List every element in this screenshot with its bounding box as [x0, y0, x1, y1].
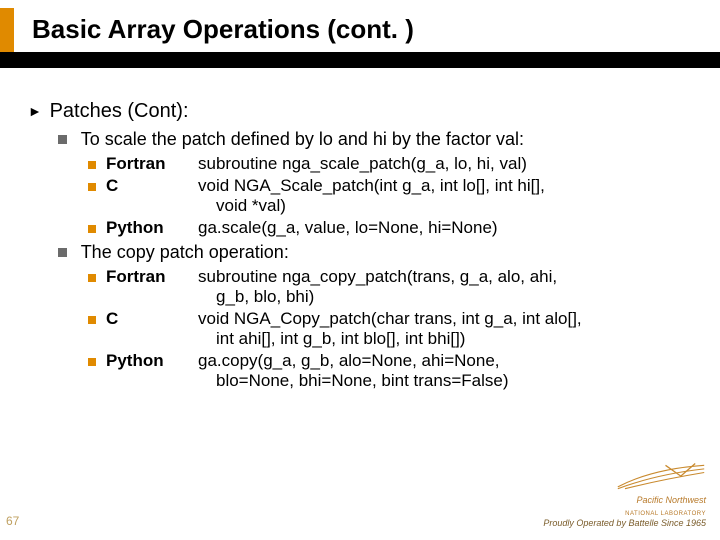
api-signature: ga.copy(g_a, g_b, alo=None, ahi=None, bl…	[198, 351, 700, 391]
footer-logo: Pacific Northwest NATIONAL LABORATORY Pr…	[543, 463, 706, 530]
api-row: Fortran subroutine nga_scale_patch(g_a, …	[88, 154, 700, 174]
api-lang: C	[106, 176, 198, 196]
triangle-bullet-icon	[28, 100, 44, 123]
slide: Basic Array Operations (cont. ) Patches …	[0, 0, 720, 540]
header-band: Basic Array Operations (cont. )	[0, 8, 720, 68]
api-lang: C	[106, 309, 198, 329]
bullet-item-text: The copy patch operation:	[81, 242, 289, 262]
dot-bullet-icon	[88, 316, 96, 324]
api-row: Python ga.scale(g_a, value, lo=None, hi=…	[88, 218, 700, 238]
api-row: Fortran subroutine nga_copy_patch(trans,…	[88, 267, 700, 307]
section-heading: Patches (Cont):	[28, 100, 700, 123]
api-row: Python ga.copy(g_a, g_b, alo=None, ahi=N…	[88, 351, 700, 391]
square-bullet-icon	[58, 129, 76, 150]
dot-bullet-icon	[88, 358, 96, 366]
api-lang: Python	[106, 351, 198, 371]
lab-tagline: Proudly Operated by Battelle Since 1965	[543, 518, 706, 530]
section-heading-text: Patches (Cont):	[50, 100, 189, 122]
api-lang: Fortran	[106, 154, 198, 174]
api-signature: void NGA_Scale_patch(int g_a, int lo[], …	[198, 176, 700, 216]
api-signature: ga.scale(g_a, value, lo=None, hi=None)	[198, 218, 700, 238]
api-row: C void NGA_Scale_patch(int g_a, int lo[]…	[88, 176, 700, 216]
api-row: C void NGA_Copy_patch(char trans, int g_…	[88, 309, 700, 349]
api-signature: subroutine nga_copy_patch(trans, g_a, al…	[198, 267, 700, 307]
lab-name: Pacific Northwest NATIONAL LABORATORY	[543, 495, 706, 518]
dot-bullet-icon	[88, 183, 96, 191]
slide-body: Patches (Cont): To scale the patch defin…	[28, 100, 700, 393]
square-bullet-icon	[58, 242, 76, 263]
api-lang: Python	[106, 218, 198, 238]
dot-bullet-icon	[88, 225, 96, 233]
header-accent	[0, 8, 14, 52]
api-signature: subroutine nga_scale_patch(g_a, lo, hi, …	[198, 154, 700, 174]
title-rule	[0, 52, 720, 68]
api-signature: void NGA_Copy_patch(char trans, int g_a,…	[198, 309, 700, 349]
bullet-item-text: To scale the patch defined by lo and hi …	[81, 129, 524, 149]
api-lang: Fortran	[106, 267, 198, 287]
dot-bullet-icon	[88, 274, 96, 282]
page-number: 67	[6, 514, 19, 528]
bullet-item: To scale the patch defined by lo and hi …	[58, 129, 700, 150]
slide-title: Basic Array Operations (cont. )	[32, 14, 414, 45]
dot-bullet-icon	[88, 161, 96, 169]
swoosh-icon	[616, 463, 706, 491]
bullet-item: The copy patch operation:	[58, 242, 700, 263]
